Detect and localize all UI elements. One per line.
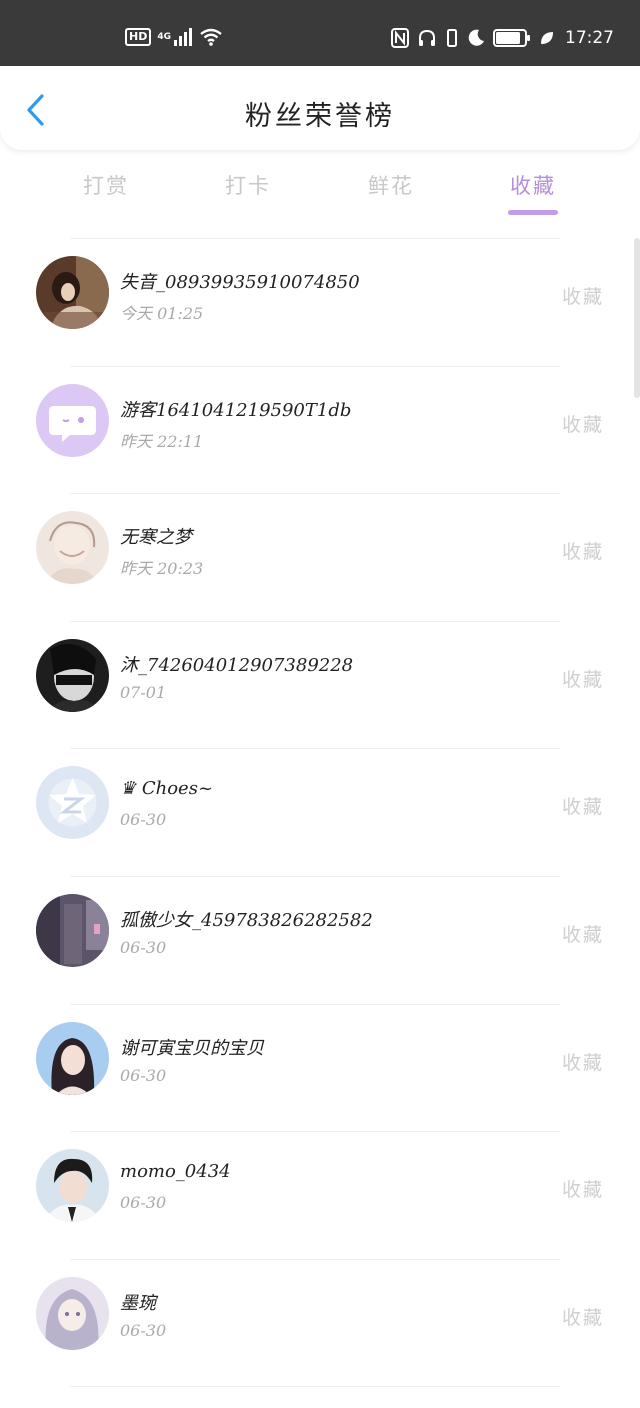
list-item-partial — [0, 1386, 640, 1408]
vibrate-icon — [445, 28, 459, 48]
user-name: ♛ Choes~ — [120, 778, 214, 800]
list-item[interactable]: 孤傲少女_4597838262825​82 06-30 收藏 — [0, 875, 640, 1004]
divider — [70, 1131, 560, 1133]
timestamp: 06-30 — [120, 937, 167, 957]
list-item[interactable]: 无寒之梦 昨天 20:23 收藏 — [0, 493, 640, 621]
network-type: 4G — [157, 31, 171, 42]
cellular-signal-icon: 4G — [157, 28, 193, 46]
avatar[interactable] — [36, 638, 109, 712]
user-name: 无寒之梦 — [120, 527, 192, 549]
favorite-label: 收藏 — [561, 413, 604, 436]
divider — [70, 620, 560, 622]
tab-tips[interactable]: 打赏 — [66, 170, 146, 200]
avatar[interactable] — [36, 766, 109, 840]
divider — [70, 1386, 560, 1388]
list-item[interactable]: 墨琬 06-30 收藏 — [0, 1258, 640, 1387]
status-bar: HD 4G 17:27 — [0, 0, 640, 66]
divider — [70, 1258, 560, 1260]
scrollbar[interactable] — [634, 238, 640, 398]
list-item[interactable]: momo_0434 06-30 收藏 — [0, 1131, 640, 1259]
tab-bar: 打赏 打卡 鲜花 收藏 — [0, 160, 640, 220]
list-item[interactable]: 失音_0893993591007485​0 今天 01:25 收藏 — [0, 238, 640, 366]
tab-favorites[interactable]: 收藏 — [493, 170, 573, 200]
timestamp: 昨天 20:23 — [120, 559, 204, 579]
timestamp: 今天 01:25 — [120, 304, 204, 323]
divider — [70, 1003, 560, 1005]
favorite-label: 收藏 — [561, 923, 604, 946]
battery-icon — [493, 29, 531, 47]
list-item[interactable]: 谢可寅宝贝的宝贝 06-30 收藏 — [0, 1003, 640, 1132]
status-left: HD 4G — [125, 28, 223, 46]
favorite-label: 收藏 — [561, 286, 604, 308]
headphones-icon — [417, 28, 437, 48]
avatar[interactable] — [36, 1149, 109, 1223]
do-not-disturb-moon-icon — [467, 29, 485, 47]
favorite-label: 收藏 — [561, 668, 604, 691]
user-name: 孤傲少女_4597838262825​82 — [120, 909, 373, 931]
user-name: 沐_7426040129073​89228 — [120, 654, 354, 676]
header: 粉丝荣誉榜 — [0, 66, 640, 150]
avatar[interactable] — [36, 383, 109, 457]
user-name: 谢可寅宝贝的宝贝 — [120, 1037, 264, 1059]
divider — [70, 365, 560, 367]
timestamp: 06-30 — [120, 1065, 167, 1085]
tab-flowers[interactable]: 鲜花 — [351, 170, 431, 200]
timestamp: 06-30 — [120, 810, 167, 830]
favorite-label: 收藏 — [561, 1179, 604, 1202]
wifi-icon — [199, 28, 223, 46]
user-name: 失音_0893993591007485​0 — [120, 272, 360, 293]
fan-list: 失音_0893993591007485​0 今天 01:25 收藏 游客1641… — [0, 238, 640, 1408]
favorite-label: 收藏 — [561, 1051, 604, 1074]
eco-leaf-icon — [539, 30, 555, 46]
avatar[interactable] — [36, 511, 109, 585]
page-title: 粉丝荣誉榜 — [245, 101, 395, 132]
list-item[interactable]: 沐_7426040129073​89228 07-01 收藏 — [0, 620, 640, 749]
favorite-label: 收藏 — [561, 1306, 604, 1329]
favorite-label: 收藏 — [561, 541, 604, 564]
user-name: 游客1641041219590T1db — [120, 399, 352, 421]
active-tab-indicator — [508, 210, 558, 215]
divider — [70, 748, 560, 750]
avatar[interactable] — [36, 1276, 109, 1350]
user-name: momo_0434 — [120, 1161, 231, 1183]
avatar[interactable] — [36, 893, 109, 967]
divider — [70, 493, 560, 495]
avatar[interactable] — [36, 256, 109, 329]
divider — [70, 875, 560, 877]
avatar[interactable] — [36, 1021, 109, 1095]
divider — [70, 238, 560, 239]
timestamp: 06-30 — [120, 1320, 167, 1340]
status-right: 17:27 — [391, 28, 614, 48]
timestamp: 06-30 — [120, 1193, 167, 1213]
hd-icon: HD — [125, 28, 152, 46]
list-item[interactable]: ♛ Choes~ 06-30 收藏 — [0, 748, 640, 876]
user-name: 墨琬 — [120, 1292, 156, 1314]
tab-checkin[interactable]: 打卡 — [208, 170, 288, 200]
timestamp: 昨天 22:11 — [120, 431, 204, 451]
favorite-label: 收藏 — [561, 796, 604, 819]
list-item[interactable]: 游客1641041219590T1db 昨天 22:11 收藏 — [0, 365, 640, 494]
timestamp: 07-01 — [120, 682, 167, 702]
nfc-icon — [391, 28, 409, 48]
status-time: 17:27 — [565, 28, 614, 48]
